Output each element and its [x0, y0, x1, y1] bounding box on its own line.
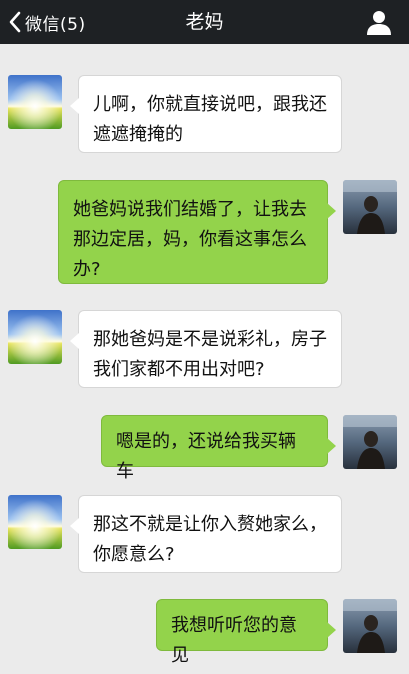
message-text: 我想听听您的意见 [171, 615, 297, 666]
back-button[interactable]: 微信(5) [8, 0, 86, 44]
top-navigation-bar: 微信(5) 老妈 [0, 0, 409, 44]
message-bubble[interactable]: 我想听听您的意见 [156, 599, 336, 666]
profile-button[interactable] [365, 8, 393, 36]
user-avatar[interactable] [343, 599, 397, 653]
person-icon [365, 11, 393, 40]
user-avatar[interactable] [343, 180, 397, 234]
chat-area[interactable]: 儿啊，你就直接说吧，跟我还遮遮掩掩的 她爸妈说我们结婚了，让我去那边定居，妈，你… [0, 44, 409, 666]
message-bubble[interactable]: 儿啊，你就直接说吧，跟我还遮遮掩掩的 [70, 75, 342, 153]
message-text: 那她爸妈是不是说彩礼，房子我们家都不用出对吧? [93, 329, 327, 380]
message-text: 那这不就是让你入赘她家么，你愿意么? [93, 514, 327, 565]
mom-avatar[interactable] [8, 75, 62, 129]
mom-avatar[interactable] [8, 310, 62, 364]
message-bubble[interactable]: 那这不就是让你入赘她家么，你愿意么? [70, 495, 342, 573]
back-label: 微信(5) [25, 14, 86, 35]
message-bubble[interactable]: 嗯是的，还说给我买辆车 [101, 415, 336, 482]
message-text: 嗯是的，还说给我买辆车 [116, 431, 296, 482]
message-text: 儿啊，你就直接说吧，跟我还遮遮掩掩的 [93, 94, 327, 145]
message-text: 她爸妈说我们结婚了，让我去那边定居，妈，你看这事怎么办? [73, 199, 307, 280]
mom-avatar[interactable] [8, 495, 62, 549]
message-bubble[interactable]: 那她爸妈是不是说彩礼，房子我们家都不用出对吧? [70, 310, 342, 388]
user-avatar[interactable] [343, 415, 397, 469]
message-bubble[interactable]: 她爸妈说我们结婚了，让我去那边定居，妈，你看这事怎么办? [58, 180, 336, 284]
chevron-left-icon [8, 11, 22, 33]
